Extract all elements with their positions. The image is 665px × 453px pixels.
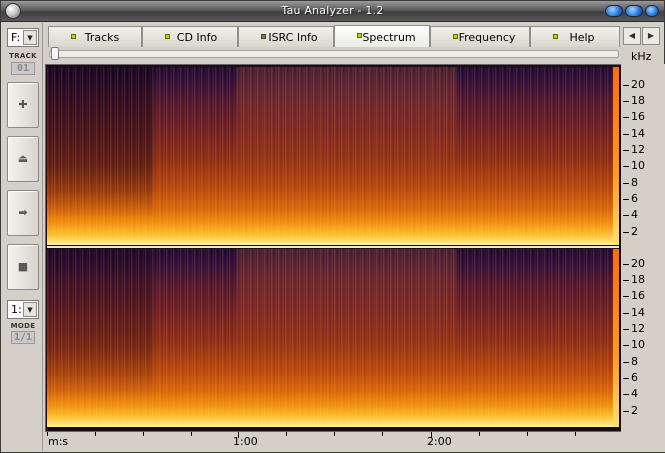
mode-display: 1/1 xyxy=(11,331,35,344)
track-caption: TRACK xyxy=(9,52,37,60)
tab-label: ISRC Info xyxy=(268,31,318,44)
add-button[interactable]: ✚ xyxy=(7,82,39,128)
eject-icon: ⏏ xyxy=(17,152,29,165)
freq-tick-label: 20 xyxy=(631,257,645,270)
freq-tick-label: 4 xyxy=(631,387,638,400)
control-panel: F: ▼ TRACK 01 ✚ ⏏ ➡ ■ 1: ▼ MODE 1/1 xyxy=(3,23,43,451)
close-icon[interactable] xyxy=(645,5,659,17)
mode-select[interactable]: 1: ▼ xyxy=(7,300,39,319)
freq-tick-label: 18 xyxy=(631,273,645,286)
freq-tick-label: 14 xyxy=(631,306,645,319)
frequency-axis-top: 20 18 16 14 12 10 8 6 4 2 xyxy=(623,77,663,238)
chevron-down-icon[interactable]: ▼ xyxy=(23,30,37,45)
app-window: Tau Analyzer - 1.2 F: ▼ TRACK 01 ✚ ⏏ ➡ ■… xyxy=(0,0,665,453)
freq-tick-label: 8 xyxy=(631,176,638,189)
slider-thumb[interactable] xyxy=(51,47,59,60)
freq-tick-label: 20 xyxy=(631,78,645,91)
play-icon: ➡ xyxy=(18,206,28,219)
position-slider[interactable] xyxy=(49,50,619,58)
freq-tick-label: 8 xyxy=(631,355,638,368)
track-number-display: 01 xyxy=(11,62,35,75)
tab-spectrum[interactable]: Spectrum xyxy=(334,25,430,47)
tab-label: CD Info xyxy=(176,31,218,44)
drive-value: F: xyxy=(11,31,21,44)
freq-tick-label: 14 xyxy=(631,127,645,140)
tab-label: Help xyxy=(569,31,595,44)
mode-caption: MODE xyxy=(10,322,36,330)
tab-scroll-right-icon[interactable]: ▶ xyxy=(642,27,660,45)
tab-help[interactable]: Help xyxy=(530,26,620,47)
eject-button[interactable]: ⏏ xyxy=(7,136,39,182)
freq-tick-label: 12 xyxy=(631,322,645,335)
freq-tick-label: 6 xyxy=(631,371,638,384)
window-title: Tau Analyzer - 1.2 xyxy=(281,4,384,17)
tab-frequency[interactable]: Frequency xyxy=(430,26,530,47)
freq-tick-label: 4 xyxy=(631,208,638,221)
time-axis: m:s 1:00 2:00 xyxy=(45,432,623,451)
time-unit-label: m:s xyxy=(48,435,69,448)
drive-select[interactable]: F: ▼ xyxy=(7,28,39,47)
chevron-down-icon[interactable]: ▼ xyxy=(23,302,37,317)
stop-icon: ■ xyxy=(17,260,29,273)
freq-tick-label: 10 xyxy=(631,159,645,172)
tab-cd-info[interactable]: CD Info xyxy=(142,26,238,47)
maximize-icon[interactable] xyxy=(625,5,643,17)
tab-label: Spectrum xyxy=(362,31,416,44)
time-tick-label: 2:00 xyxy=(427,435,452,448)
tab-scroll-left-icon[interactable]: ◀ xyxy=(623,27,641,45)
tab-label: Frequency xyxy=(458,31,516,44)
freq-tick-label: 18 xyxy=(631,94,645,107)
title-bar[interactable]: Tau Analyzer - 1.2 xyxy=(1,1,664,22)
minimize-icon[interactable] xyxy=(605,5,623,17)
play-button[interactable]: ➡ xyxy=(7,190,39,236)
freq-tick-label: 10 xyxy=(631,338,645,351)
freq-tick-label: 16 xyxy=(631,289,645,302)
channel-separator xyxy=(47,246,619,248)
stop-button[interactable]: ■ xyxy=(7,244,39,290)
spectrogram-right-channel[interactable] xyxy=(47,249,619,427)
mode-value: 1: xyxy=(11,303,22,316)
tab-bar: Tracks CD Info ISRC Info Spectrum Freque… xyxy=(46,25,646,47)
tab-label: Tracks xyxy=(84,31,120,44)
plus-icon: ✚ xyxy=(18,98,28,111)
freq-tick-label: 12 xyxy=(631,143,645,156)
freq-tick-label: 2 xyxy=(631,404,638,417)
freq-tick-label: 16 xyxy=(631,110,645,123)
frequency-axis-bottom: 20 18 16 14 12 10 8 6 4 2 xyxy=(623,256,663,417)
time-tick-label: 1:00 xyxy=(233,435,258,448)
freq-tick-label: 6 xyxy=(631,192,638,205)
tab-tracks[interactable]: Tracks xyxy=(48,26,142,47)
frequency-unit-label: kHz xyxy=(631,50,652,63)
spectrogram-left-channel[interactable] xyxy=(47,67,619,245)
tab-isrc-info[interactable]: ISRC Info xyxy=(238,26,334,47)
freq-tick-label: 2 xyxy=(631,225,638,238)
